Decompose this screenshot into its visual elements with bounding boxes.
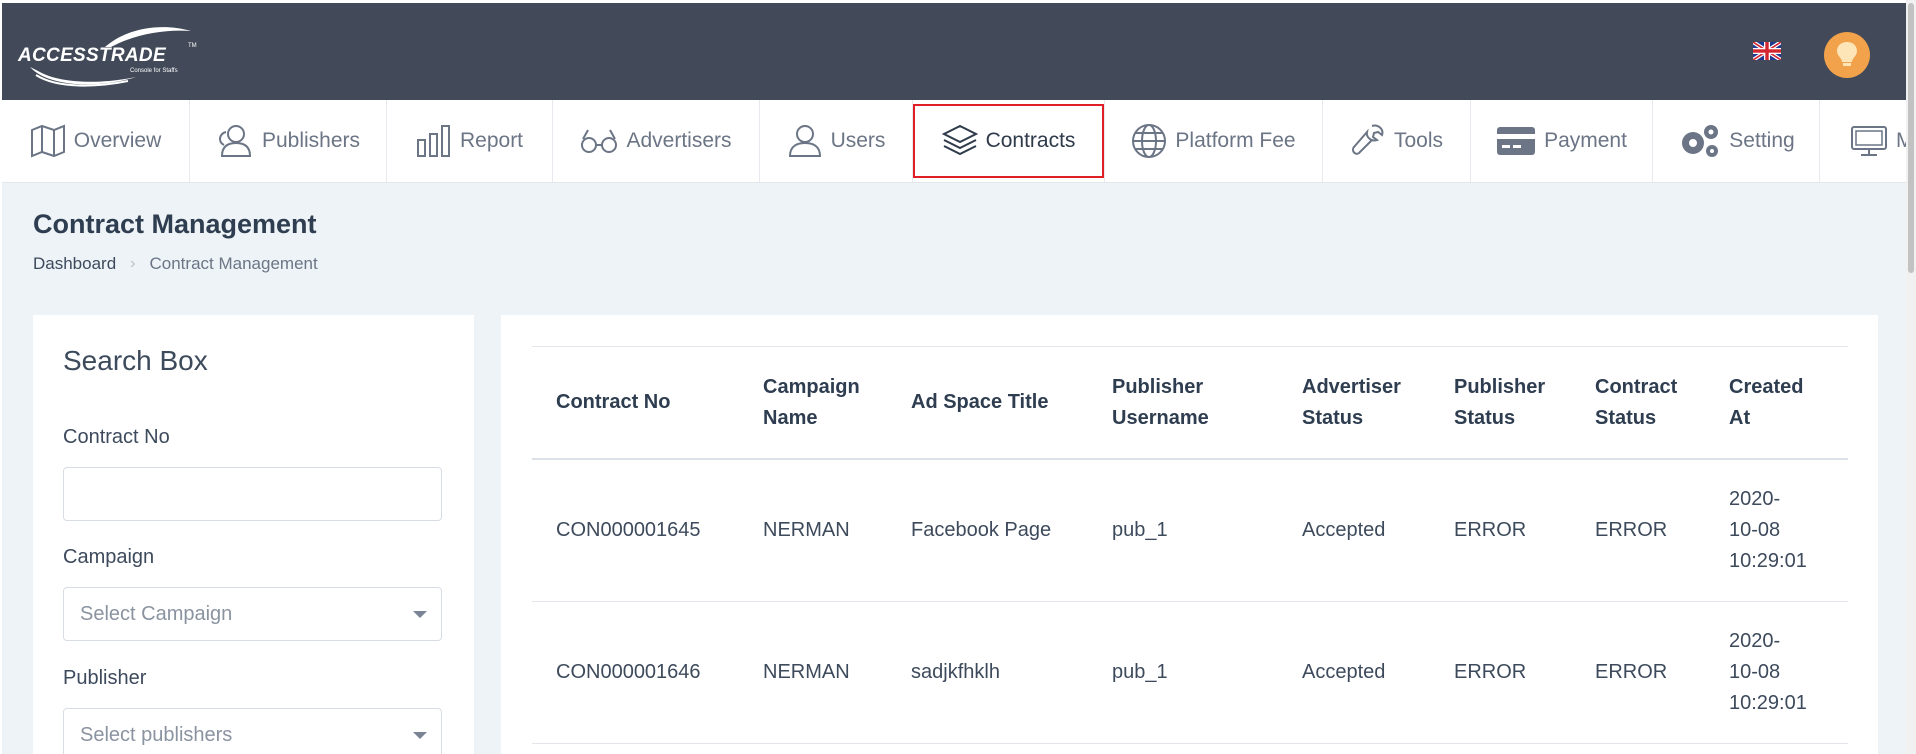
search-box-title: Search Box: [63, 345, 208, 376]
caret-down-icon: [413, 732, 427, 739]
nav-item-users[interactable]: Users: [760, 100, 913, 182]
nav-item-report[interactable]: Report: [387, 100, 553, 182]
nav-label: M: [1896, 129, 1906, 152]
cell-campaign-name: NERMAN: [739, 601, 887, 744]
cell-publisher-username: pub_1: [1088, 601, 1278, 744]
cell-publisher-status: ERROR: [1430, 459, 1571, 602]
publisher-select[interactable]: Select publishers: [63, 708, 442, 754]
col-header-ad-space-title[interactable]: Ad Space Title: [887, 346, 1088, 460]
cell-ad-space-title: sadjkfhklh: [887, 601, 1088, 744]
scrollbar-thumb[interactable]: [1908, 3, 1914, 273]
cell-publisher-username: pub_1: [1088, 459, 1278, 602]
campaign-select-placeholder: Select Campaign: [80, 602, 233, 625]
nav-label: Payment: [1544, 129, 1627, 152]
wrench-icon: [1351, 124, 1384, 155]
nav-label: Report: [459, 129, 524, 152]
nav-item-overview[interactable]: Overview: [2, 100, 190, 182]
table-row[interactable]: CON000001645 NERMAN Facebook Page pub_1 …: [532, 459, 1848, 602]
users-icon: [218, 125, 251, 157]
nav-item-payment[interactable]: Payment: [1471, 100, 1653, 182]
gears-icon: [1682, 125, 1719, 157]
cell-contract-no: CON000001646: [532, 601, 739, 744]
contracts-table-panel: Contract No Campaign Name Ad Space Title …: [501, 315, 1878, 754]
cell-contract-no: CON000001645: [532, 459, 739, 602]
contract-no-input[interactable]: [63, 467, 442, 521]
nav-label: Advertisers: [626, 129, 732, 152]
accesstrade-logo[interactable]: ACCESSTRADE TM Console for Staffs: [18, 23, 198, 87]
contracts-table: Contract No Campaign Name Ad Space Title …: [532, 346, 1848, 744]
caret-down-icon: [413, 611, 427, 618]
nav-label: Platform Fee: [1175, 129, 1296, 152]
nav-item-advertisers[interactable]: Advertisers: [553, 100, 760, 182]
nav-label: Publishers: [261, 129, 361, 152]
logo-swoosh-bottom-icon: [30, 67, 136, 87]
col-header-contract-no[interactable]: Contract No: [532, 346, 739, 460]
nav-label: Overview: [73, 129, 162, 152]
col-header-contract-status[interactable]: Contract Status: [1571, 346, 1705, 460]
col-header-campaign-name[interactable]: Campaign Name: [739, 346, 887, 460]
cell-contract-status: ERROR: [1571, 601, 1705, 744]
table-row[interactable]: CON000001646 NERMAN sadjkfhklh pub_1 Acc…: [532, 601, 1848, 744]
globe-icon: [1132, 124, 1167, 158]
cell-created-at: 2020- 10-08 10:29:01: [1705, 601, 1848, 744]
active-nav-highlight: [913, 104, 1104, 178]
bar-chart-icon: [416, 125, 450, 157]
col-header-created-at[interactable]: Created At: [1705, 346, 1848, 460]
nav-item-contracts[interactable]: Contracts: [913, 100, 1105, 182]
cell-advertiser-status: Accepted: [1278, 601, 1430, 744]
nav-label: Users: [830, 129, 886, 152]
user-avatar[interactable]: [1824, 32, 1870, 78]
logo-trademark: TM: [188, 43, 197, 49]
campaign-select[interactable]: Select Campaign: [63, 587, 442, 641]
cell-advertiser-status: Accepted: [1278, 459, 1430, 602]
nav-item-monitor[interactable]: M: [1820, 100, 1906, 182]
nav-item-setting[interactable]: Setting: [1653, 100, 1820, 182]
cell-publisher-status: ERROR: [1430, 601, 1571, 744]
monitor-icon: [1851, 126, 1887, 156]
nav-label: Tools: [1393, 129, 1444, 152]
map-icon: [30, 124, 65, 158]
glasses-icon: [581, 129, 618, 153]
breadcrumb: Dashboard › Contract Management: [33, 254, 318, 274]
user-icon: [788, 125, 821, 157]
search-box-panel: Search Box Contract No Campaign Select C…: [33, 315, 474, 754]
page-title: Contract Management: [33, 209, 317, 239]
publisher-label: Publisher: [63, 667, 147, 689]
nav-item-platform-fee[interactable]: Platform Fee: [1105, 100, 1323, 182]
col-header-publisher-username[interactable]: Publisher Username: [1088, 346, 1278, 460]
nav-label: Setting: [1729, 129, 1795, 152]
top-header: ACCESSTRADE TM Console for Staffs: [2, 3, 1906, 100]
credit-card-icon: [1497, 127, 1536, 155]
breadcrumb-current: Contract Management: [149, 254, 318, 273]
uk-flag-icon[interactable]: [1753, 42, 1781, 60]
contract-no-label: Contract No: [63, 426, 170, 448]
breadcrumb-dashboard-link[interactable]: Dashboard: [33, 254, 116, 274]
cell-created-at: 2020- 10-08 10:29:01: [1705, 459, 1848, 602]
app-page: ACCESSTRADE TM Console for Staffs Overvi…: [2, 3, 1906, 754]
lightbulb-icon: [1837, 42, 1857, 66]
cell-campaign-name: NERMAN: [739, 459, 887, 602]
logo-text: ACCESSTRADE: [18, 45, 166, 66]
cell-ad-space-title: Facebook Page: [887, 459, 1088, 602]
page-scrollbar[interactable]: [1906, 0, 1916, 754]
chevron-right-icon: ›: [130, 255, 136, 272]
col-header-publisher-status[interactable]: Publisher Status: [1430, 346, 1571, 460]
nav-item-publishers[interactable]: Publishers: [190, 100, 387, 182]
cell-contract-status: ERROR: [1571, 459, 1705, 602]
col-header-advertiser-status[interactable]: Advertiser Status: [1278, 346, 1430, 460]
publisher-select-placeholder: Select publishers: [80, 723, 233, 746]
main-nav: Overview Publishers Report Advertisers U…: [2, 100, 1906, 183]
campaign-label: Campaign: [63, 546, 155, 568]
table-header-row: Contract No Campaign Name Ad Space Title …: [532, 346, 1848, 460]
nav-item-tools[interactable]: Tools: [1323, 100, 1471, 182]
